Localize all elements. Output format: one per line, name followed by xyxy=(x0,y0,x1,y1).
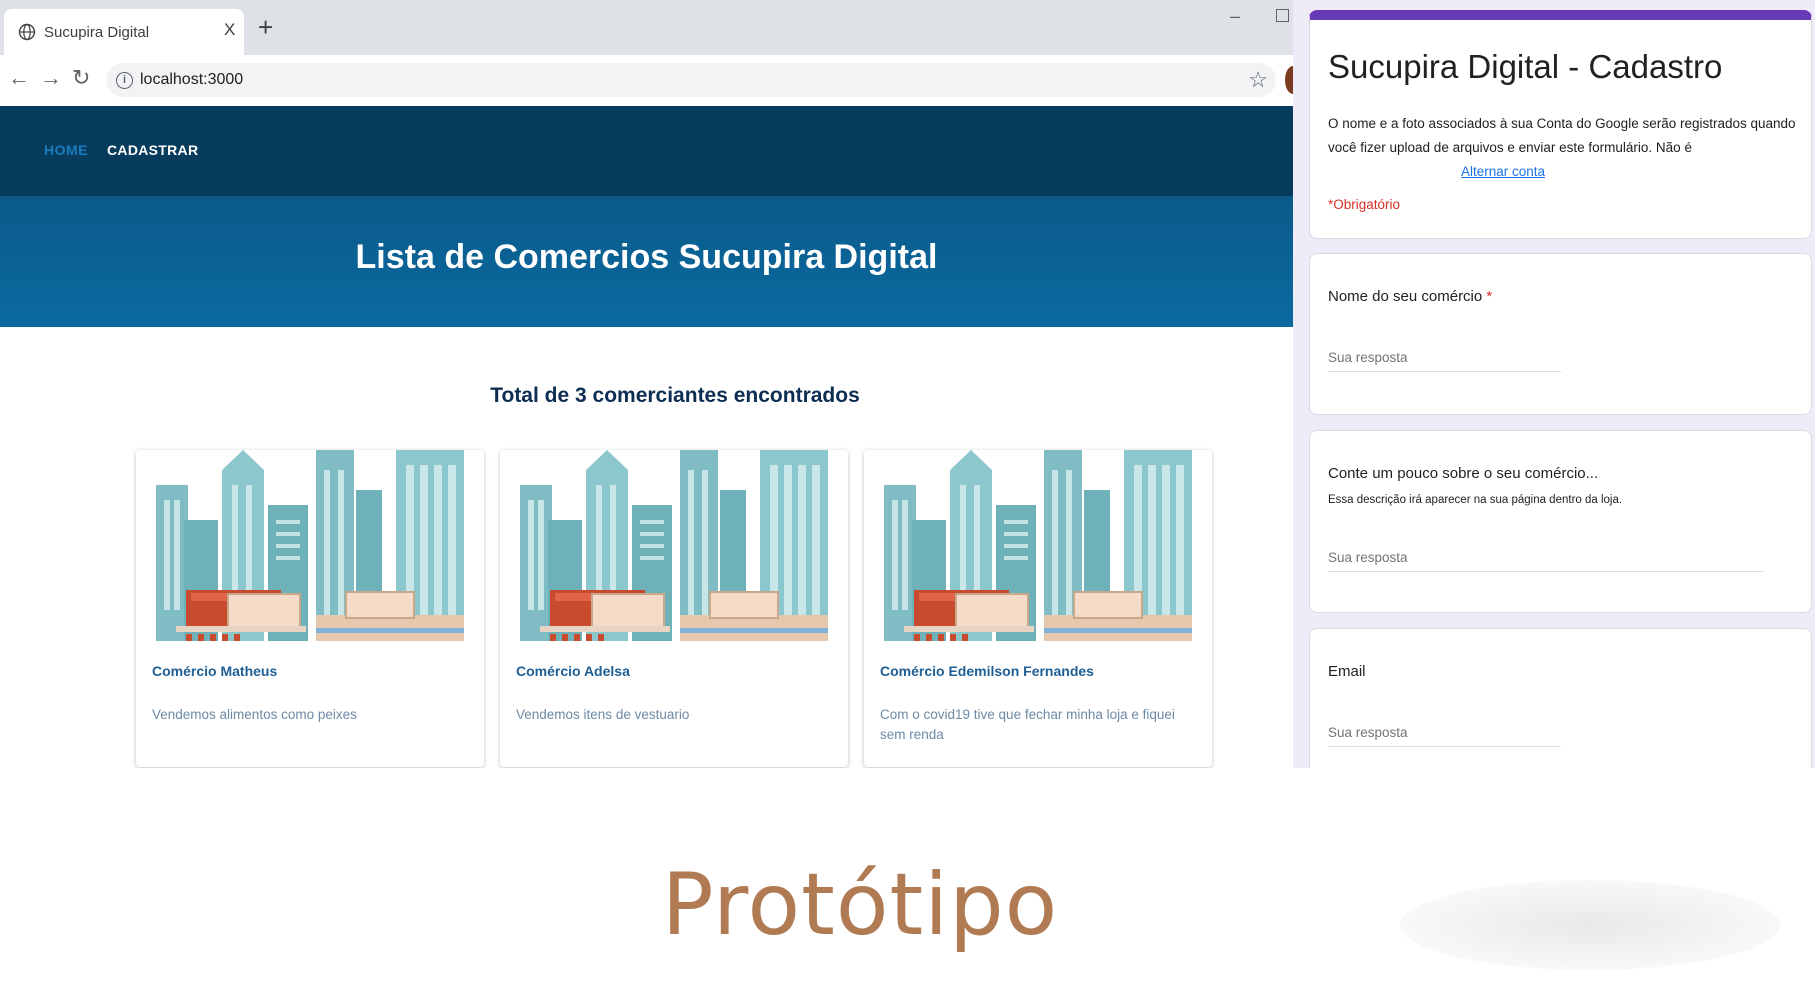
merchant-name[interactable]: Comércio Adelsa xyxy=(516,663,630,679)
caption-title: Protótipo xyxy=(661,855,1059,955)
star-icon[interactable]: ☆ xyxy=(1248,67,1268,93)
required-note: *Obrigatório xyxy=(1328,197,1401,212)
required-mark: * xyxy=(1486,288,1493,305)
city-storefront-image xyxy=(156,450,464,641)
browser-toolbar: ← → ↻ i localhost:3000 ☆ xyxy=(0,55,1293,107)
form-notice-text: O nome e a foto associados à sua Conta d… xyxy=(1328,116,1796,155)
new-tab-icon[interactable]: + xyxy=(258,14,273,40)
question-label: Conte um pouco sobre o seu comércio... xyxy=(1328,465,1599,482)
question-label: Email xyxy=(1328,663,1366,680)
minimize-icon[interactable]: – xyxy=(1230,6,1240,27)
nav-home-link[interactable]: HOME xyxy=(44,142,88,158)
merchant-card[interactable]: Comércio Adelsa Vendemos itens de vestua… xyxy=(500,450,848,767)
merchant-name[interactable]: Comércio Matheus xyxy=(152,663,277,679)
browser-tab[interactable]: Sucupira Digital X xyxy=(4,9,244,55)
question-label-text: Nome do seu comércio xyxy=(1328,288,1483,305)
tab-close-icon[interactable]: X xyxy=(224,20,235,40)
reload-icon[interactable]: ↻ xyxy=(72,66,90,90)
merchant-description: Com o covid19 tive que fechar minha loja… xyxy=(880,707,1175,742)
question-card: Email Sua resposta xyxy=(1309,628,1812,768)
globe-icon xyxy=(18,23,36,41)
city-storefront-image xyxy=(520,450,828,641)
switch-account-link[interactable]: Alternar conta xyxy=(1461,164,1545,179)
merchant-card[interactable]: Comércio Matheus Vendemos alimentos como… xyxy=(136,450,484,767)
page-title: Lista de Comercios Sucupira Digital xyxy=(355,238,938,276)
question-help: Essa descrição irá aparecer na sua págin… xyxy=(1328,494,1623,506)
merchant-card[interactable]: Comércio Edemilson Fernandes Com o covid… xyxy=(864,450,1212,767)
nav-cadastrar-link[interactable]: CADASTRAR xyxy=(107,142,198,158)
results-count: Total de 3 comerciantes encontrados xyxy=(490,384,860,407)
address-bar[interactable]: i localhost:3000 ☆ xyxy=(106,63,1276,97)
question-card: Conte um pouco sobre o seu comércio... E… xyxy=(1309,430,1812,613)
form-header-card: Sucupira Digital - Cadastro O nome e a f… xyxy=(1309,10,1812,239)
form-notice: O nome e a foto associados à sua Conta d… xyxy=(1328,112,1798,184)
maximize-icon[interactable] xyxy=(1276,9,1289,22)
google-form-panel: Sucupira Digital - Cadastro O nome e a f… xyxy=(1293,0,1815,768)
tab-strip: Sucupira Digital X + – xyxy=(0,0,1293,55)
business-name-input[interactable]: Sua resposta xyxy=(1328,350,1561,372)
merchant-description: Vendemos alimentos como peixes xyxy=(152,707,357,722)
forward-icon[interactable]: → xyxy=(40,66,62,90)
browser-window: Sucupira Digital X + – ← → ↻ i localhost… xyxy=(0,0,1293,768)
merchant-name[interactable]: Comércio Edemilson Fernandes xyxy=(880,663,1094,679)
back-icon[interactable]: ← xyxy=(8,66,30,90)
url-text[interactable]: localhost:3000 xyxy=(140,71,243,89)
hero-banner: Lista de Comercios Sucupira Digital xyxy=(0,196,1293,327)
business-description-input[interactable]: Sua resposta xyxy=(1328,550,1763,572)
question-label: Nome do seu comércio * xyxy=(1328,288,1492,305)
email-input[interactable]: Sua resposta xyxy=(1328,725,1561,747)
city-storefront-image xyxy=(884,450,1192,641)
info-icon[interactable]: i xyxy=(116,72,133,89)
form-title: Sucupira Digital - Cadastro xyxy=(1328,48,1723,85)
tab-title: Sucupira Digital xyxy=(44,24,150,41)
question-card: Nome do seu comércio * Sua resposta xyxy=(1309,253,1812,415)
merchant-description: Vendemos itens de vestuario xyxy=(516,707,690,722)
site-navbar: HOME CADASTRAR xyxy=(0,106,1293,196)
